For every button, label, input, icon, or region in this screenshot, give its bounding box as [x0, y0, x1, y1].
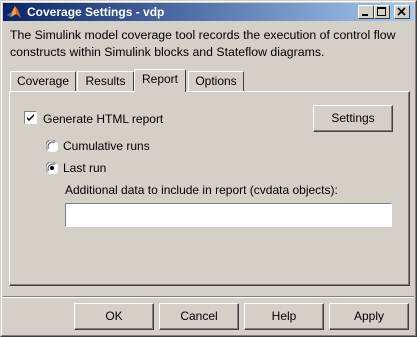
last-run-label: Last run [63, 161, 107, 175]
minimize-button[interactable] [358, 5, 374, 19]
title-bar[interactable]: Coverage Settings - vdp [3, 3, 414, 21]
tab-options[interactable]: Options [188, 71, 244, 91]
matlab-icon [7, 6, 21, 18]
description-text: The Simulink model coverage tool records… [10, 28, 396, 59]
generate-html-label: Generate HTML report [43, 112, 164, 126]
settings-button[interactable]: Settings [313, 105, 393, 132]
close-button[interactable] [394, 5, 410, 19]
cvdata-input[interactable] [65, 203, 392, 227]
cumulative-runs-label: Cumulative runs [63, 139, 150, 153]
separator [3, 297, 414, 298]
coverage-settings-dialog: Coverage Settings - vdp The Simulink mod… [0, 0, 417, 337]
last-run-radio[interactable] [46, 162, 58, 174]
maximize-icon [377, 7, 386, 16]
generate-html-checkbox[interactable] [24, 111, 37, 124]
ok-button[interactable]: OK [74, 303, 154, 330]
tab-results[interactable]: Results [77, 71, 134, 91]
tab-coverage[interactable]: Coverage [10, 71, 76, 91]
minimize-icon [362, 14, 368, 16]
maximize-button[interactable] [374, 5, 390, 19]
close-icon [397, 7, 406, 16]
cvdata-label: Additional data to include in report (cv… [65, 183, 338, 197]
apply-button[interactable]: Apply [329, 303, 409, 330]
window-title: Coverage Settings - vdp [27, 5, 165, 19]
help-button[interactable]: Help [244, 303, 324, 330]
cumulative-runs-radio[interactable] [46, 140, 58, 152]
cancel-button[interactable]: Cancel [159, 303, 239, 330]
checkmark-icon [27, 114, 34, 121]
tab-report[interactable]: Report [134, 69, 186, 92]
